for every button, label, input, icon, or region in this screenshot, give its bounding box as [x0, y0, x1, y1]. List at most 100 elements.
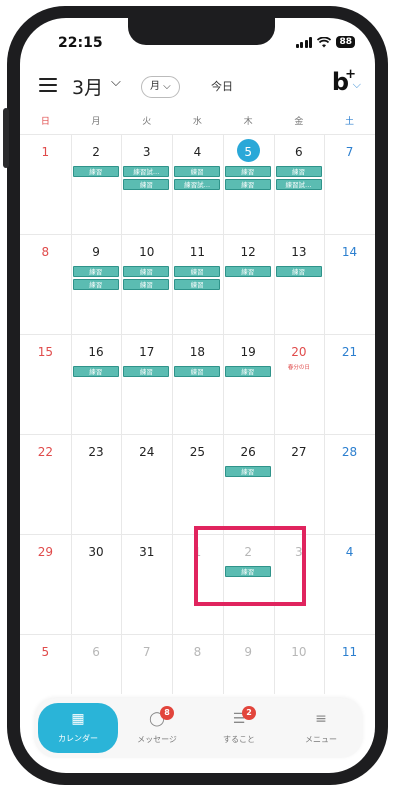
notification-badge: 2: [242, 706, 256, 720]
event-chip[interactable]: 練習: [275, 266, 322, 277]
weekday-label: 水: [192, 117, 202, 127]
day-number: 6: [92, 645, 100, 659]
event-chip[interactable]: 練習: [224, 179, 271, 190]
day-number: 2: [92, 145, 100, 159]
day-number: 26: [240, 445, 256, 459]
day-cell[interactable]: 23: [71, 434, 122, 534]
day-cell[interactable]: 14: [324, 234, 375, 334]
today-button[interactable]: 今日: [211, 78, 233, 94]
event-chip[interactable]: 練習: [72, 266, 119, 277]
day-cell[interactable]: 20 春分の日: [274, 334, 325, 434]
day-cell[interactable]: 15: [20, 334, 71, 434]
weekday-label: 金: [294, 117, 304, 127]
day-number: 10: [139, 245, 155, 259]
tab-todo[interactable]: ☰ すること 2: [198, 698, 280, 758]
day-number: 4: [193, 145, 202, 159]
event-chip[interactable]: 練習試…: [123, 166, 170, 177]
app-screen: 22:15 88 3月 ⌵ 月 ⌵ 今日 b + ⌵ 日月火水木金土 1 2 練習 3 練…: [20, 18, 375, 773]
day-cell[interactable]: 19 練習: [223, 334, 274, 434]
event-chip[interactable]: 練習: [224, 366, 271, 377]
event-chip[interactable]: 練習: [123, 366, 170, 377]
day-number: 27: [291, 445, 307, 459]
tab-calendar[interactable]: ▦ カレンダー: [38, 703, 118, 753]
event-chip[interactable]: 練習: [123, 266, 170, 277]
highlight-annotation: [194, 526, 306, 606]
event-chip[interactable]: 練習: [224, 166, 271, 177]
event-chip[interactable]: 練習: [224, 266, 271, 277]
day-cell[interactable]: 13 練習: [274, 234, 325, 334]
day-cell[interactable]: 9 練習 練習: [71, 234, 122, 334]
day-number: 20: [291, 345, 307, 359]
day-cell[interactable]: 17 練習: [121, 334, 172, 434]
event-chip[interactable]: 練習: [72, 366, 119, 377]
chevron-down-icon[interactable]: ⌵: [111, 75, 121, 90]
weekday-label: 日: [40, 117, 50, 127]
day-cell[interactable]: 25: [172, 434, 223, 534]
day-number: 4: [345, 545, 354, 559]
tab-menu[interactable]: ≡ メニュー: [280, 698, 362, 758]
day-cell[interactable]: 26 練習: [223, 434, 274, 534]
day-number: 16: [88, 345, 104, 359]
day-number: 17: [139, 345, 155, 359]
day-cell[interactable]: 11 練習 練習: [172, 234, 223, 334]
day-number: 21: [341, 345, 358, 359]
day-cell[interactable]: 3 練習試… 練習: [121, 134, 172, 234]
event-chip[interactable]: 練習: [174, 266, 221, 277]
event-chip[interactable]: 練習試…: [275, 179, 322, 190]
weekday-label: 火: [142, 117, 152, 127]
day-cell[interactable]: 8: [20, 234, 71, 334]
weekday-header: 日月火水木金土: [20, 114, 375, 134]
day-cell[interactable]: 24: [121, 434, 172, 534]
day-number: 24: [139, 445, 155, 459]
day-cell[interactable]: 4: [324, 534, 375, 634]
weekday-label: 月: [91, 117, 101, 127]
day-cell[interactable]: 6 練習 練習試…: [274, 134, 325, 234]
tab-label: すること: [223, 735, 255, 744]
event-chip[interactable]: 練習: [174, 166, 221, 177]
event-chip[interactable]: 練習: [174, 366, 221, 377]
day-cell[interactable]: 27: [274, 434, 325, 534]
event-chip[interactable]: 練習: [174, 279, 221, 290]
chat-bubble-icon: ◯: [149, 711, 165, 727]
day-cell[interactable]: 22: [20, 434, 71, 534]
bottom-tab-bar: ▦ カレンダー ◯ メッセージ 8 ☰ すること 2 ≡ メニュー: [34, 698, 363, 758]
day-cell[interactable]: 31: [121, 534, 172, 634]
event-chip[interactable]: 練習: [224, 466, 271, 477]
day-cell[interactable]: 2 練習: [71, 134, 122, 234]
camera-notch: [128, 18, 275, 45]
weekday-label: 木: [243, 117, 253, 127]
month-title[interactable]: 3月: [72, 73, 103, 100]
day-cell[interactable]: 28: [324, 434, 375, 534]
day-cell[interactable]: 10 練習 練習: [121, 234, 172, 334]
day-number: 14: [341, 245, 358, 259]
event-chip[interactable]: 練習: [72, 279, 119, 290]
event-chip[interactable]: 練習: [123, 279, 170, 290]
event-chip[interactable]: 練習: [72, 166, 119, 177]
view-mode-selector[interactable]: 月 ⌵: [141, 76, 180, 98]
event-chip[interactable]: 練習: [123, 179, 170, 190]
calendar-header: 3月 ⌵ 月 ⌵ 今日 b + ⌵: [20, 66, 375, 106]
day-number: 15: [37, 345, 53, 359]
phone-side-button: [3, 108, 9, 168]
calendar-icon: ▦: [71, 711, 85, 727]
day-cell[interactable]: 29: [20, 534, 71, 634]
day-cell[interactable]: 12 練習: [223, 234, 274, 334]
day-cell[interactable]: 16 練習: [71, 334, 122, 434]
event-chip[interactable]: 練習試…: [174, 179, 221, 190]
app-logo[interactable]: b +: [332, 67, 356, 96]
account-chevron-icon[interactable]: ⌵: [353, 78, 361, 92]
event-chip[interactable]: 練習: [275, 166, 322, 177]
day-cell[interactable]: 18 練習: [172, 334, 223, 434]
day-cell[interactable]: 7: [324, 134, 375, 234]
day-cell[interactable]: 4 練習練習試…: [172, 134, 223, 234]
hamburger-menu-icon[interactable]: [39, 78, 57, 92]
wifi-icon: [317, 36, 332, 47]
month-grid: 1 2 練習 3 練習試… 練習 4 練習 練習試… 5 練習 練習 6 練習 練習試… 7 8 9 練習 練習 10 練…: [20, 134, 375, 694]
day-cell[interactable]: 5 練習 練習: [223, 134, 274, 234]
day-number: 5: [244, 145, 252, 159]
signal-icon: [295, 36, 313, 48]
day-cell[interactable]: 21: [324, 334, 375, 434]
day-cell[interactable]: 1: [20, 134, 71, 234]
day-cell[interactable]: 30: [71, 534, 122, 634]
tab-messages[interactable]: ◯ メッセージ 8: [116, 698, 198, 758]
